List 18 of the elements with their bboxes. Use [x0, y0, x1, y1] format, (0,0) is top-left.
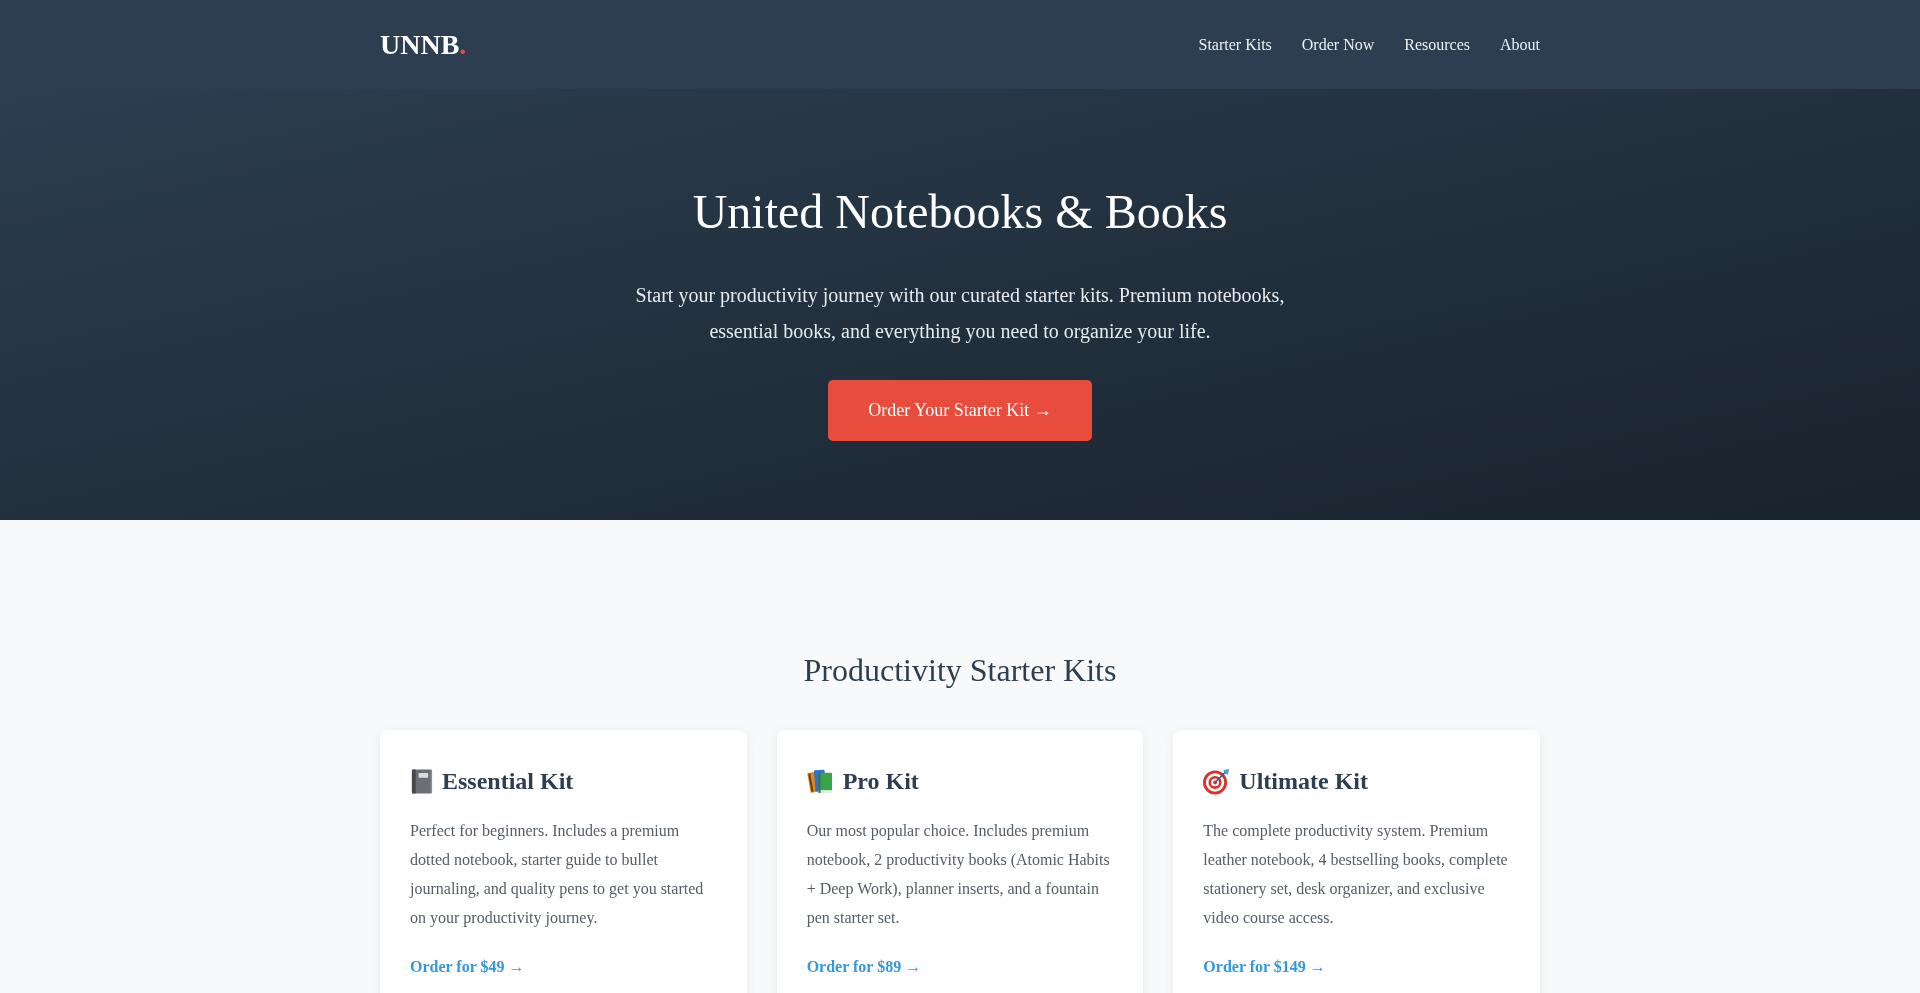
- section-heading: Productivity Starter Kits: [802, 651, 1118, 689]
- site-logo[interactable]: UNNB.: [380, 28, 467, 61]
- cta-button[interactable]: Order Your Starter Kit →: [828, 380, 1092, 441]
- target-icon: [1203, 767, 1231, 795]
- nav-link[interactable]: Starter Kits: [1198, 34, 1272, 55]
- kit-description: Perfect for beginners. Includes a premium dotted notebook, starter guide to bullet journaling, and quality pens to get you started on your productivity journey.: [410, 821, 705, 929]
- kit-description: Our most popular choice. Includes premium notebook, 2 productivity books (Atomic Habits + Deep Work), planner inserts, and a fountain pen starter set.: [806, 821, 1111, 929]
- notebook-icon: [410, 768, 433, 794]
- hero-title: United Notebooks & Books: [692, 184, 1228, 240]
- kit-title: Ultimate Kit: [1239, 767, 1368, 795]
- kit-title: Pro Kit: [842, 767, 919, 795]
- kit-title: Essential Kit: [442, 767, 574, 795]
- books-icon: [806, 768, 834, 794]
- nav-link[interactable]: About: [1500, 34, 1540, 55]
- nav-link[interactable]: Order Now: [1301, 34, 1375, 55]
- hero-subtitle: Start your productivity journey with our curated starter kits. Premium notebooks, essential books, and everything you need to organize your life.: [634, 283, 1286, 345]
- kit-description: The complete productivity system. Premium leather notebook, 4 bestselling books, complete stationery set, desk organizer, and exclusive video course access.: [1203, 821, 1509, 928]
- nav-link[interactable]: Resources: [1404, 34, 1470, 55]
